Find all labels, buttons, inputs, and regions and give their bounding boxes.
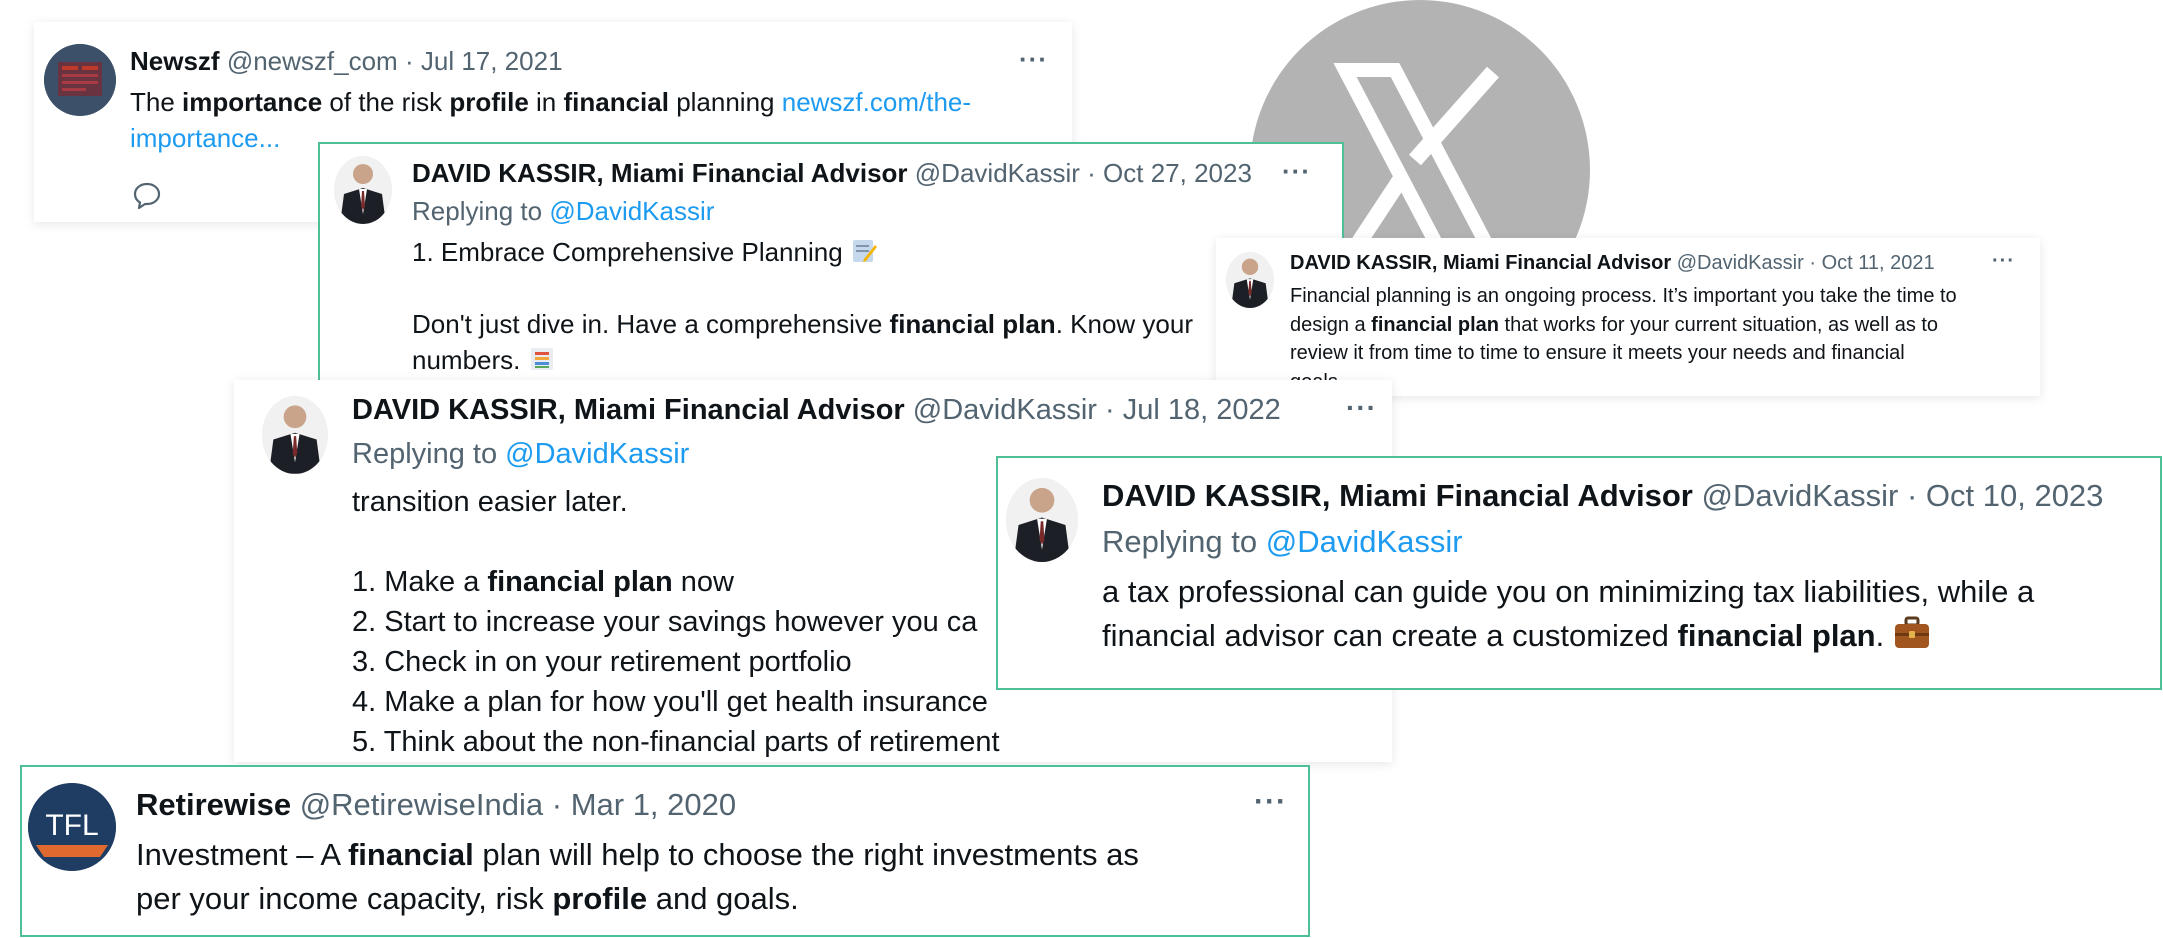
author-name[interactable]: DAVID KASSIR, Miami Financial Advisor (1290, 252, 1671, 274)
avatar-kassir[interactable] (1226, 252, 1274, 308)
more-dots-icon[interactable]: ··· (1992, 250, 2015, 273)
more-dots-icon[interactable]: ··· (1346, 392, 1377, 424)
replying-to: Replying to @DavidKassir (1102, 524, 1463, 559)
tweet-card-retirewise[interactable]: TFL Retirewise @RetirewiseIndia · Mar 1,… (20, 765, 1310, 937)
separator: · (1087, 158, 1096, 188)
author-handle[interactable]: @DavidKassir (913, 394, 1097, 426)
tweet-date[interactable]: Oct 10, 2023 (1926, 478, 2104, 513)
bar-chart-emoji-icon (530, 348, 553, 370)
replying-to: Replying to @DavidKassir (352, 438, 690, 470)
avatar-kassir[interactable] (1006, 478, 1078, 562)
author-handle[interactable]: @DavidKassir (1677, 252, 1804, 274)
separator: · (1809, 252, 1816, 274)
author-name[interactable]: Retirewise (136, 787, 291, 822)
avatar-retirewise[interactable]: TFL (28, 783, 116, 871)
author-name[interactable]: DAVID KASSIR, Miami Financial Advisor (412, 158, 908, 188)
more-dots-icon[interactable]: ··· (1254, 785, 1287, 819)
tfl-logo-icon: TFL (28, 783, 116, 871)
newszf-logo-icon (44, 44, 116, 116)
tweet-date[interactable]: Oct 11, 2021 (1822, 252, 1935, 274)
separator: · (404, 46, 414, 76)
tweet-text: 1. Embrace Comprehensive Planning Don't … (412, 237, 1193, 375)
avatar-kassir[interactable] (334, 156, 392, 224)
person-portrait-icon (1006, 478, 1078, 562)
author-name[interactable]: DAVID KASSIR, Miami Financial Advisor (352, 394, 905, 426)
tweet-date[interactable]: Jul 17, 2021 (421, 46, 563, 76)
replying-to-handle[interactable]: @DavidKassir (505, 438, 689, 470)
reply-bubble-icon[interactable] (132, 180, 162, 210)
author-handle[interactable]: @DavidKassir (915, 158, 1080, 188)
briefcase-emoji-icon (1894, 616, 1929, 648)
tweet-date[interactable]: Mar 1, 2020 (571, 787, 736, 822)
replying-to: Replying to @DavidKassir (412, 196, 715, 226)
author-handle[interactable]: @DavidKassir (1701, 478, 1898, 513)
tweet-card-kassir-oct10[interactable]: DAVID KASSIR, Miami Financial Advisor @D… (996, 456, 2162, 690)
replying-to-handle[interactable]: @DavidKassir (1266, 524, 1463, 559)
tweet-date[interactable]: Jul 18, 2022 (1123, 394, 1281, 426)
svg-text:TFL: TFL (45, 809, 98, 842)
more-dots-icon[interactable]: ··· (1019, 44, 1048, 75)
avatar-newszf[interactable] (44, 44, 116, 116)
replying-to-handle[interactable]: @DavidKassir (549, 196, 714, 226)
more-dots-icon[interactable]: ··· (1282, 156, 1311, 187)
person-portrait-icon (1226, 252, 1274, 308)
tweet-text: Financial planning is an ongoing process… (1290, 285, 1957, 393)
separator: · (1105, 394, 1115, 426)
author-name[interactable]: DAVID KASSIR, Miami Financial Advisor (1102, 478, 1693, 513)
memo-emoji-icon (852, 240, 877, 262)
tweet-card-kassir-oct11[interactable]: DAVID KASSIR, Miami Financial Advisor @D… (1216, 238, 2040, 396)
author-handle[interactable]: @newszf_com (227, 46, 398, 76)
tweet-text: transition easier later. 1. Make a finan… (352, 486, 1000, 758)
separator: · (551, 787, 563, 822)
tweet-date[interactable]: Oct 27, 2023 (1103, 158, 1252, 188)
avatar-kassir[interactable] (262, 396, 328, 474)
author-handle[interactable]: @RetirewiseIndia (300, 787, 543, 822)
tweet-card-kassir-oct27[interactable]: DAVID KASSIR, Miami Financial Advisor @D… (318, 142, 1344, 392)
person-portrait-icon (262, 396, 328, 474)
author-name[interactable]: Newszf (130, 46, 220, 76)
tweet-text: Investment – A financial plan will help … (136, 837, 1139, 916)
tweet-text: a tax professional can guide you on mini… (1102, 574, 2035, 653)
separator: · (1906, 478, 1918, 513)
person-portrait-icon (334, 156, 392, 224)
article-link[interactable]: newszf.com/the- (782, 87, 971, 117)
